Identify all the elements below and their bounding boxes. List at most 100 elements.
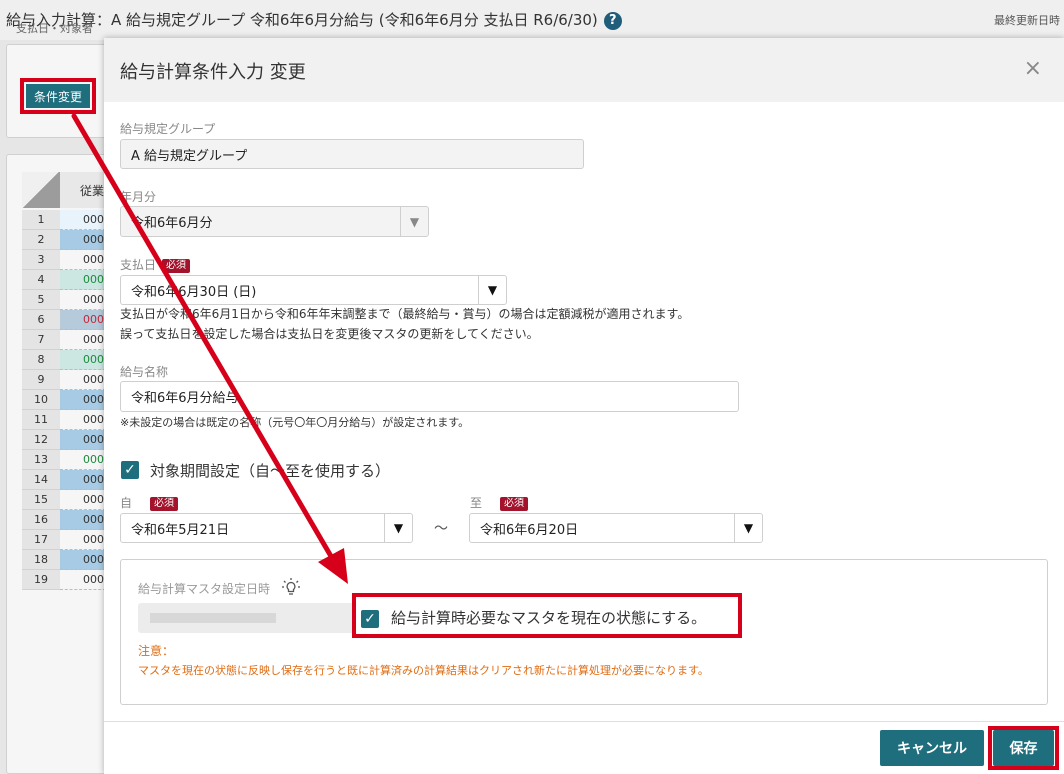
- to-label: 至必須: [470, 494, 529, 511]
- year-month-label: 年月分: [120, 190, 157, 204]
- employee-code-cell: 000: [60, 430, 106, 450]
- employee-code-cell: 000: [60, 210, 106, 230]
- row-number: 1: [22, 210, 60, 230]
- employee-code-cell: 000: [60, 390, 106, 410]
- row-number: 19: [22, 570, 60, 590]
- employee-code-cell: 000: [60, 230, 106, 250]
- master-datetime-field: [138, 603, 356, 633]
- row-number: 12: [22, 430, 60, 450]
- required-badge: 必須: [500, 497, 529, 511]
- table-row[interactable]: 8 000: [22, 350, 106, 370]
- caution-title: 注意：: [138, 644, 175, 658]
- employee-code-cell: 000: [60, 510, 106, 530]
- employee-code-cell: 000: [60, 570, 106, 590]
- row-number: 7: [22, 330, 60, 350]
- pay-name-note: ※未設定の場合は既定の名称（元号〇年〇月分給与）が設定されます。: [120, 416, 470, 429]
- pay-date-select[interactable]: 令和6年6月30日 (日) ▼: [120, 275, 507, 305]
- employee-code-cell: 000: [60, 270, 106, 290]
- chevron-down-icon: ▼: [478, 276, 506, 304]
- table-row[interactable]: 6 000: [22, 310, 106, 330]
- table-row[interactable]: 4 000: [22, 270, 106, 290]
- row-number: 8: [22, 350, 60, 370]
- employee-code-cell: 000: [60, 410, 106, 430]
- table-row[interactable]: 12 000: [22, 430, 106, 450]
- table-row[interactable]: 13 000: [22, 450, 106, 470]
- payroll-condition-modal: 給与計算条件入力 変更 × 給与規定グループ A 給与規定グループ 年月分 令和…: [104, 38, 1064, 774]
- page-header: 給与入力計算：A 給与規定グループ 令和6年6月分給与 (令和6年6月分 支払日…: [0, 0, 1064, 40]
- employee-code-cell: 000: [60, 530, 106, 550]
- employee-code-cell: 000: [60, 350, 106, 370]
- row-number: 16: [22, 510, 60, 530]
- row-number: 4: [22, 270, 60, 290]
- master-label: 給与計算マスタ設定日時: [138, 578, 300, 597]
- lightbulb-icon: [281, 578, 300, 595]
- pay-name-label: 給与名称: [120, 365, 169, 379]
- employee-code-cell: 000: [60, 330, 106, 350]
- from-label: 自必須: [120, 494, 179, 511]
- required-badge: 必須: [150, 497, 179, 511]
- caution-text: マスタを現在の状態に反映し保存を行うと既に計算済みの計算結果はクリアされ新たに計…: [138, 664, 709, 677]
- group-label: 給与規定グループ: [120, 122, 216, 136]
- row-number: 15: [22, 490, 60, 510]
- chevron-down-icon: ▼: [384, 514, 412, 542]
- pay-name-value: 令和6年6月分給与: [131, 391, 239, 406]
- year-month-select[interactable]: 令和6年6月分 ▼: [120, 206, 429, 237]
- employee-code-cell: 000: [60, 470, 106, 490]
- cancel-button[interactable]: キャンセル: [880, 730, 984, 766]
- row-number: 11: [22, 410, 60, 430]
- employee-code-cell: 000: [60, 490, 106, 510]
- table-row[interactable]: 15 000: [22, 490, 106, 510]
- table-row[interactable]: 1 000: [22, 210, 106, 230]
- chevron-down-icon: ▼: [400, 207, 428, 236]
- row-number: 9: [22, 370, 60, 390]
- condition-button-highlight: [20, 78, 96, 114]
- row-number: 2: [22, 230, 60, 250]
- table-row[interactable]: 2 000: [22, 230, 106, 250]
- table-row[interactable]: 14 000: [22, 470, 106, 490]
- table-row[interactable]: 18 000: [22, 550, 106, 570]
- close-icon[interactable]: ×: [1024, 56, 1042, 81]
- table-row[interactable]: 19 000: [22, 570, 106, 590]
- row-number: 3: [22, 250, 60, 270]
- employee-code-cell: 000: [60, 290, 106, 310]
- master-checkbox-highlight: [352, 593, 742, 638]
- row-number: 5: [22, 290, 60, 310]
- from-date-select[interactable]: 令和6年5月21日 ▼: [120, 513, 413, 543]
- page-title: 給与入力計算：A 給与規定グループ 令和6年6月分給与 (令和6年6月分 支払日…: [6, 9, 622, 30]
- table-row[interactable]: 3 000: [22, 250, 106, 270]
- row-number: 17: [22, 530, 60, 550]
- last-updated-label: 最終更新日時: [994, 14, 1060, 27]
- from-date-value: 令和6年5月21日: [131, 522, 230, 538]
- table-row[interactable]: 7 000: [22, 330, 106, 350]
- modal-title: 給与計算条件入力 変更: [120, 62, 306, 83]
- year-month-value: 令和6年6月分: [131, 216, 213, 231]
- period-checkbox[interactable]: ✓: [121, 461, 139, 479]
- table-row[interactable]: 9 000: [22, 370, 106, 390]
- range-separator: ～: [434, 521, 448, 537]
- save-button-highlight: [988, 726, 1059, 770]
- employee-code-cell: 000: [60, 450, 106, 470]
- table-row[interactable]: 5 000: [22, 290, 106, 310]
- chevron-down-icon: ▼: [734, 514, 762, 542]
- help-icon[interactable]: ?: [603, 12, 622, 30]
- table-row[interactable]: 17 000: [22, 530, 106, 550]
- employee-code-cell: 000: [60, 550, 106, 570]
- table-row[interactable]: 16 000: [22, 510, 106, 530]
- table-row[interactable]: 10 000: [22, 390, 106, 410]
- row-number: 13: [22, 450, 60, 470]
- group-value: A 給与規定グループ: [131, 148, 248, 164]
- row-number: 18: [22, 550, 60, 570]
- pay-date-note-1: 支払日が令和6年6月1日から令和6年年末調整まで（最終給与・賞与）の場合は定額減…: [120, 307, 690, 321]
- employee-code-cell: 000: [60, 370, 106, 390]
- group-field: A 給与規定グループ: [120, 139, 584, 169]
- to-date-select[interactable]: 令和6年6月20日 ▼: [469, 513, 763, 543]
- row-number: 10: [22, 390, 60, 410]
- to-date-value: 令和6年6月20日: [480, 522, 579, 538]
- modal-header: 給与計算条件入力 変更 ×: [104, 38, 1064, 102]
- employee-code-cell: 000: [60, 250, 106, 270]
- condition-panel-label: 支払日・対象者: [16, 22, 93, 35]
- row-number: 6: [22, 310, 60, 330]
- pay-name-input[interactable]: 令和6年6月分給与: [120, 381, 739, 412]
- table-row[interactable]: 11 000: [22, 410, 106, 430]
- period-checkbox-label: 対象期間設定（自～至を使用する）: [150, 462, 391, 480]
